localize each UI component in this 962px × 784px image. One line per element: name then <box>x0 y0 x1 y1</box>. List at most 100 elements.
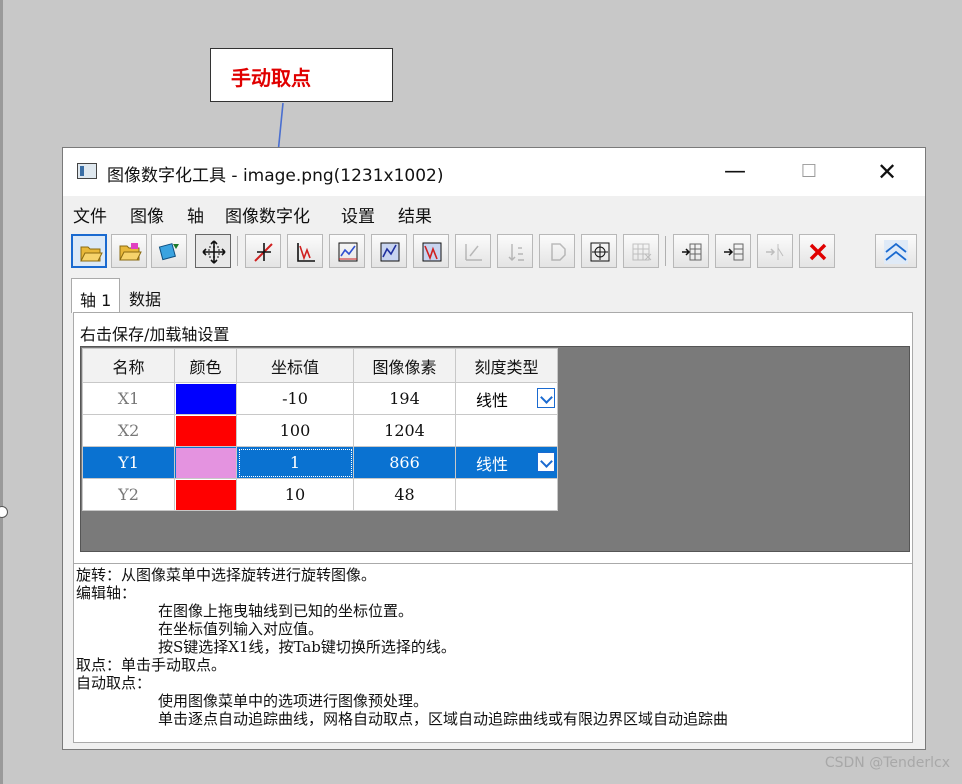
digitizer-window: 图像数字化工具 - image.png(1231x1002) — ☐ ✕ 文件 … <box>62 147 926 750</box>
chevron-down-icon[interactable] <box>537 452 555 472</box>
cell-scale[interactable] <box>455 478 558 511</box>
cell-name[interactable]: X2 <box>82 414 175 447</box>
mask-icon <box>551 243 566 261</box>
menu-file[interactable]: 文件 <box>73 202 107 227</box>
window-title: 图像数字化工具 - image.png(1231x1002) <box>107 166 444 186</box>
add-row-icon <box>682 243 702 261</box>
region-trace-button[interactable] <box>413 234 449 268</box>
minimize-button[interactable]: — <box>715 156 755 188</box>
resize-handle[interactable] <box>0 506 8 518</box>
axis-table: 名称 颜色 坐标值 图像像素 刻度类型 X1 -10 194 线性 X2 100 <box>82 348 558 511</box>
chevron-down-icon[interactable] <box>537 388 555 408</box>
cell-pixel[interactable]: 1204 <box>353 414 456 447</box>
cell-color[interactable] <box>174 414 237 447</box>
cell-name[interactable]: X1 <box>82 382 175 415</box>
cell-scale[interactable]: 线性 <box>455 446 558 479</box>
cell-value[interactable]: 10 <box>236 478 354 511</box>
cell-scale[interactable] <box>455 414 558 447</box>
grid-button[interactable] <box>623 234 659 268</box>
rotate-image-icon <box>158 243 179 261</box>
move-axes-button[interactable] <box>195 234 231 268</box>
cell-value[interactable]: -10 <box>236 382 354 415</box>
remove-row-icon <box>766 244 784 260</box>
region-trace-icon <box>422 242 442 262</box>
remove-row-button[interactable] <box>757 234 793 268</box>
log-line: 使用图像菜单中的选项进行图像预处理。 <box>158 692 429 710</box>
sort-button[interactable] <box>497 234 533 268</box>
collapse-button[interactable] <box>875 234 917 268</box>
move-cross-icon <box>202 240 226 264</box>
scale-type-value: 线性 <box>476 390 509 410</box>
save-load-hint: 右击保存/加载轴设置 <box>80 325 230 344</box>
cell-pixel[interactable]: 194 <box>353 382 456 415</box>
reverse-axis-icon <box>465 244 482 261</box>
color-swatch <box>175 447 236 478</box>
manual-pick-button[interactable] <box>245 234 281 268</box>
table-row-selected[interactable]: Y1 1 866 线性 <box>82 446 558 479</box>
cell-value[interactable]: 1 <box>236 446 354 479</box>
help-log[interactable]: 旋转：从图像菜单中选择旋转进行旋转图像。 编辑轴： 在图像上拖曳轴线到已知的坐标… <box>74 563 912 742</box>
snap-button[interactable] <box>581 234 617 268</box>
log-line: 取点：单击手动取点。 <box>76 656 227 674</box>
tab-strip: 轴 1 数据 <box>71 278 923 313</box>
log-line: 在图像上拖曳轴线到已知的坐标位置。 <box>158 602 414 620</box>
column-header-color[interactable]: 颜色 <box>174 348 237 383</box>
column-header-pixel[interactable]: 图像像素 <box>353 348 456 383</box>
table-row[interactable]: X2 100 1204 <box>82 414 558 447</box>
title-bar[interactable]: 图像数字化工具 - image.png(1231x1002) — ☐ ✕ <box>63 148 925 196</box>
annotation-label: 手动取点 <box>231 66 311 90</box>
log-line: 自动取点： <box>76 674 152 692</box>
grid-icon <box>632 243 652 261</box>
manual-pick-icon <box>254 243 273 262</box>
menu-axis[interactable]: 轴 <box>187 202 204 227</box>
menu-settings[interactable]: 设置 <box>341 202 375 227</box>
cell-value[interactable]: 100 <box>236 414 354 447</box>
axis-panel: 右击保存/加载轴设置 名称 颜色 坐标值 图像像素 刻度类型 X1 -10 19… <box>73 312 913 743</box>
close-button[interactable]: ✕ <box>867 156 907 188</box>
cell-scale[interactable]: 线性 <box>455 382 558 415</box>
color-swatch <box>175 479 236 510</box>
grid-pick-button[interactable] <box>371 234 407 268</box>
auto-digitize-button[interactable] <box>287 234 323 268</box>
snap-target-icon <box>590 242 610 262</box>
insert-column-icon <box>724 243 744 261</box>
column-header-scale[interactable]: 刻度类型 <box>455 348 558 383</box>
mask-button[interactable] <box>539 234 575 268</box>
menu-image[interactable]: 图像 <box>130 202 164 227</box>
table-row[interactable]: Y2 10 48 <box>82 478 558 511</box>
table-header-row: 名称 颜色 坐标值 图像像素 刻度类型 <box>82 348 558 383</box>
cell-color[interactable] <box>174 446 237 479</box>
point-by-point-button[interactable] <box>329 234 365 268</box>
log-line: 单击逐点自动追踪曲线，网格自动取点，区域自动追踪曲线或有限边界区域自动追踪曲 <box>158 710 729 728</box>
reverse-axis-button[interactable] <box>455 234 491 268</box>
open-folder-button[interactable] <box>111 234 147 268</box>
menu-results[interactable]: 结果 <box>398 202 432 227</box>
delete-x-icon <box>809 243 827 261</box>
tab-axis-1[interactable]: 轴 1 <box>71 278 121 313</box>
refresh-image-button[interactable] <box>151 234 187 268</box>
open-folder-icon <box>80 246 103 262</box>
watermark: CSDN @Tenderlcx <box>824 755 950 771</box>
open-file-button[interactable] <box>71 234 107 268</box>
cell-color[interactable] <box>174 382 237 415</box>
cell-name[interactable]: Y1 <box>82 446 175 479</box>
column-header-value[interactable]: 坐标值 <box>236 348 354 383</box>
table-row[interactable]: X1 -10 194 线性 <box>82 382 558 415</box>
insert-column-button[interactable] <box>715 234 751 268</box>
cell-pixel[interactable]: 48 <box>353 478 456 511</box>
delete-button[interactable] <box>799 234 835 268</box>
scale-type-value: 线性 <box>476 454 509 474</box>
cell-color[interactable] <box>174 478 237 511</box>
toolbar-separator <box>665 236 666 266</box>
log-line: 编辑轴： <box>76 584 137 602</box>
maximize-button[interactable]: ☐ <box>789 156 829 188</box>
color-swatch <box>175 415 236 446</box>
cell-pixel[interactable]: 866 <box>353 446 456 479</box>
menu-bar: 文件 图像 轴 图像数字化 设置 结果 <box>63 196 925 228</box>
add-row-button[interactable] <box>673 234 709 268</box>
column-header-name[interactable]: 名称 <box>82 348 175 383</box>
cell-name[interactable]: Y2 <box>82 478 175 511</box>
tab-data[interactable]: 数据 <box>121 278 169 311</box>
menu-digitize[interactable]: 图像数字化 <box>225 202 310 227</box>
point-trace-icon <box>338 242 358 262</box>
